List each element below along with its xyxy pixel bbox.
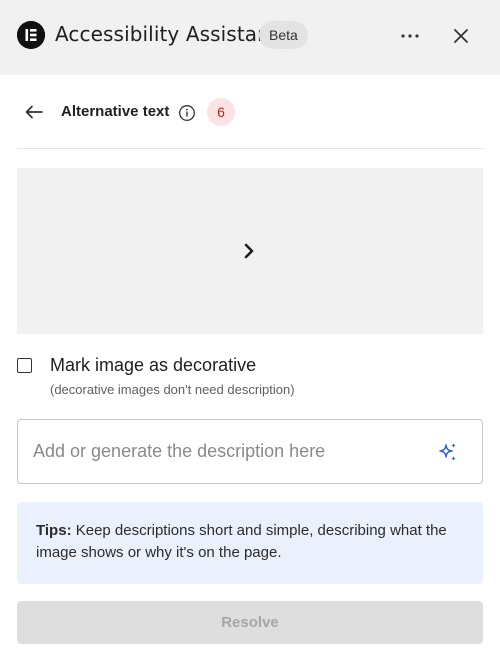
sparkle-icon xyxy=(439,443,456,461)
app-header: Accessibility Assistant Beta xyxy=(0,0,500,75)
beta-badge: Beta xyxy=(259,21,308,49)
issue-count-badge: 6 xyxy=(207,98,235,126)
chevron-right-icon xyxy=(244,243,254,259)
description-field xyxy=(17,419,483,484)
close-button[interactable] xyxy=(447,22,475,50)
generate-description-button[interactable] xyxy=(436,440,460,464)
description-input[interactable] xyxy=(33,420,433,483)
divider xyxy=(17,148,483,149)
info-icon[interactable] xyxy=(178,104,196,122)
arrow-left-icon xyxy=(25,105,43,119)
more-horizontal-icon xyxy=(401,34,419,38)
next-image-button[interactable] xyxy=(238,240,260,262)
decorative-checkbox[interactable] xyxy=(17,358,32,373)
elementor-logo-icon xyxy=(17,21,45,49)
back-button[interactable] xyxy=(22,100,46,124)
more-options-button[interactable] xyxy=(394,22,426,50)
tips-panel: Tips: Keep descriptions short and simple… xyxy=(17,502,483,584)
resolve-button[interactable]: Resolve xyxy=(17,601,483,644)
close-icon xyxy=(454,29,468,43)
decorative-option: Mark image as decorative (decorative ima… xyxy=(17,354,483,402)
app-title: Accessibility Assistant xyxy=(55,22,278,46)
section-title: Alternative text xyxy=(61,103,170,120)
section-header: Alternative text 6 xyxy=(0,90,500,134)
tips-text: Keep descriptions short and simple, desc… xyxy=(36,522,447,561)
decorative-label[interactable]: Mark image as decorative xyxy=(50,355,256,376)
decorative-hint: (decorative images don't need descriptio… xyxy=(50,382,295,397)
tips-label: Tips: xyxy=(36,522,72,539)
